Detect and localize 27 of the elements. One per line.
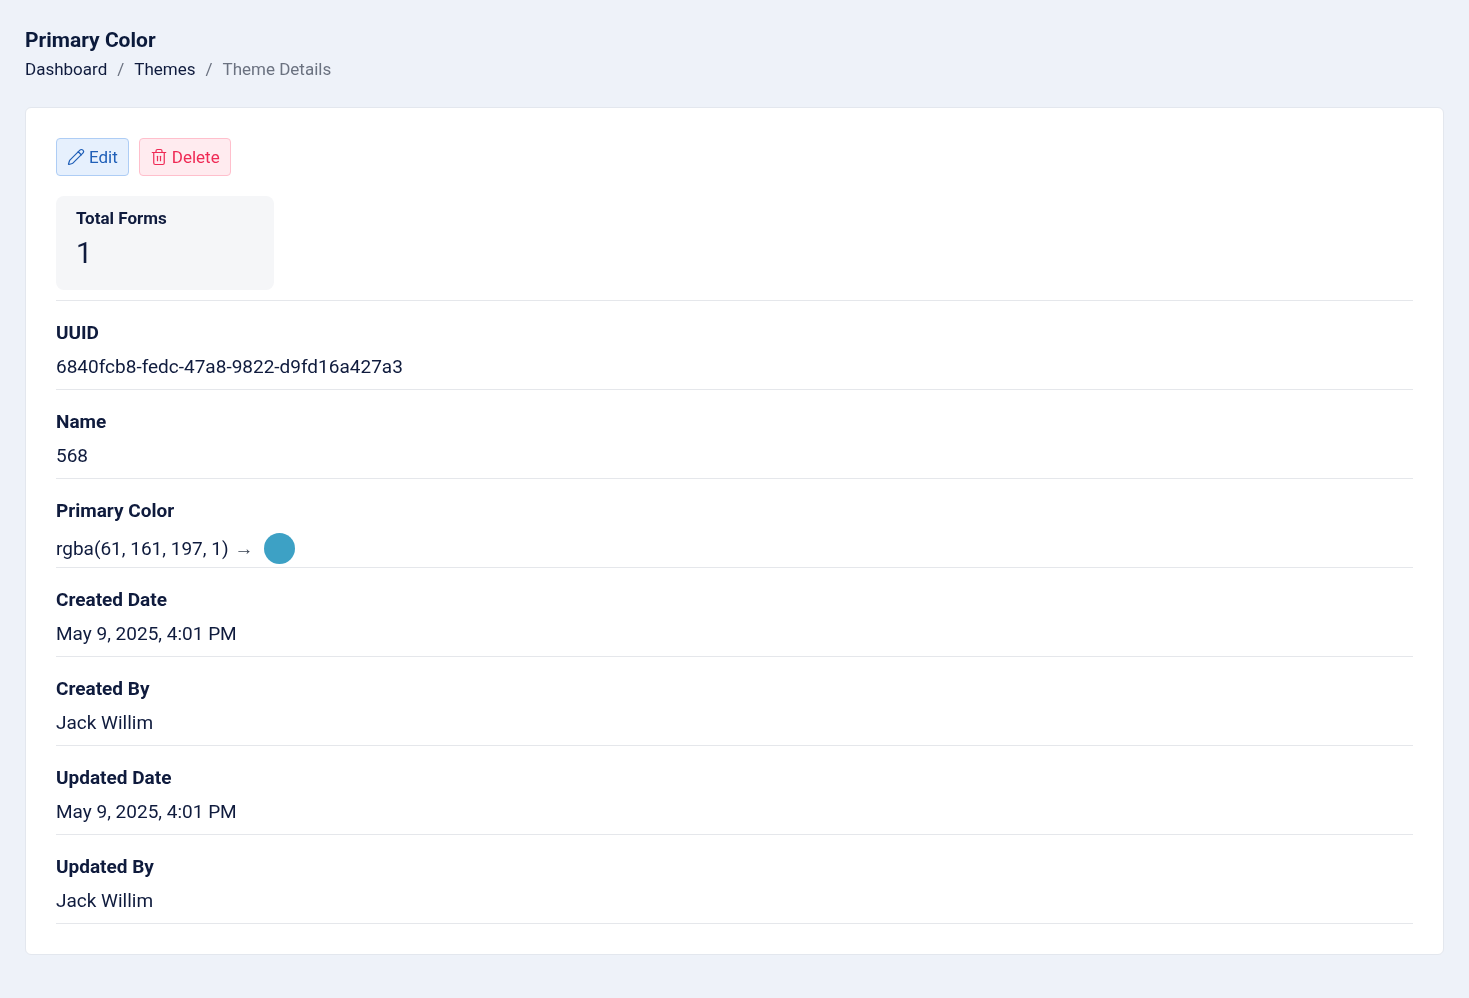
arrow-symbol: → bbox=[234, 536, 254, 561]
trash-icon bbox=[149, 148, 168, 167]
pencil-icon bbox=[67, 148, 85, 167]
field-value: 568 bbox=[56, 444, 89, 469]
breadcrumb-link[interactable]: Theme Details bbox=[222, 59, 332, 80]
field-label: Primary Color bbox=[56, 499, 176, 524]
field-label: Name bbox=[56, 410, 108, 435]
breadcrumb-separator: / bbox=[117, 59, 125, 80]
field-value: Jack Willim bbox=[56, 711, 154, 736]
breadcrumb-link[interactable]: Dashboard bbox=[25, 59, 108, 80]
edit-button[interactable]: Edit bbox=[56, 138, 129, 177]
field-label: Created Date bbox=[56, 588, 168, 613]
field-value: 6840fcb8-fedc-47a8-9822-d9fd16a427a3 bbox=[56, 355, 403, 380]
field-value: May 9, 2025, 4:01 PM bbox=[56, 622, 237, 647]
breadcrumb-separator: / bbox=[205, 59, 213, 80]
stat-label: Total Forms bbox=[76, 208, 168, 229]
field-value: rgba(61, 161, 197, 1) bbox=[56, 536, 229, 561]
field-label: Updated Date bbox=[56, 766, 173, 791]
field-label: UUID bbox=[56, 321, 100, 346]
delete-button[interactable]: Delete bbox=[138, 138, 231, 177]
page-title: Primary Color bbox=[25, 28, 157, 54]
field-label: Updated By bbox=[56, 855, 155, 880]
stat-value: 1 bbox=[76, 236, 94, 271]
breadcrumb-link[interactable]: Themes bbox=[134, 59, 196, 80]
field-value: Jack Willim bbox=[56, 889, 154, 914]
field-label: Created By bbox=[56, 677, 151, 702]
field-value: May 9, 2025, 4:01 PM bbox=[56, 800, 237, 825]
